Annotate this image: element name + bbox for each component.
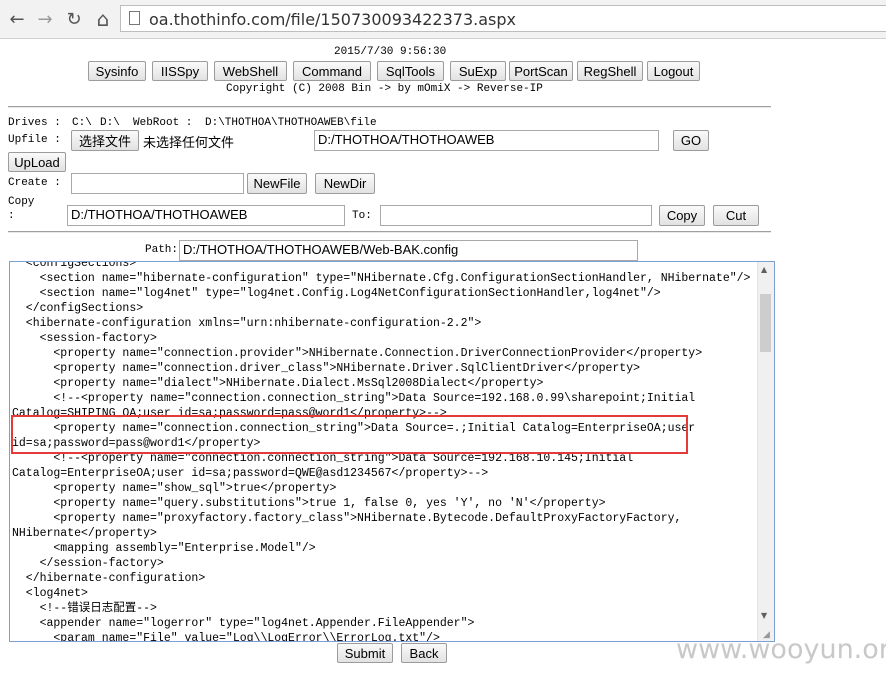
copy-to-input[interactable] — [380, 205, 652, 226]
code-line: </hibernate-configuration> — [12, 572, 206, 585]
suexp-button[interactable]: SuExp — [450, 61, 506, 81]
iisspy-button[interactable]: IISSpy — [152, 61, 208, 81]
code-line: <!--错误日志配置--> — [12, 602, 157, 615]
code-line: <section name="hibernate-configuration" … — [12, 272, 751, 285]
webroot-label: WebRoot : — [133, 117, 193, 129]
copy-to-label: To: — [352, 210, 372, 222]
code-line: <appender name="logerror" type="log4net.… — [12, 617, 475, 630]
create-name-input[interactable] — [71, 173, 244, 194]
url-text[interactable]: oa.thothinfo.com/file/150730093422373.as… — [149, 10, 516, 29]
webshell-button[interactable]: WebShell — [214, 61, 287, 81]
upload-path-input[interactable]: D:/THOTHOA/THOTHOAWEB — [314, 130, 659, 151]
cut-button[interactable]: Cut — [713, 205, 759, 226]
drive-c-link[interactable]: C:\ — [72, 117, 92, 129]
go-button[interactable]: GO — [673, 130, 709, 151]
path-input[interactable]: D:/THOTHOA/THOTHOAWEB/Web-BAK.config — [179, 240, 638, 261]
choose-file-button[interactable]: 选择文件 — [71, 130, 139, 151]
code-line: <configSections> — [12, 261, 137, 270]
copy-from-input[interactable]: D:/THOTHOA/THOTHOAWEB — [67, 205, 345, 226]
browser-toolbar: ← → ↻ ⌂ oa.thothinfo.com/file/1507300934… — [0, 0, 886, 39]
code-line: <property name="dialect">NHibernate.Dial… — [12, 377, 544, 390]
code-line: <property name="proxyfactory.factory_cla… — [12, 512, 682, 525]
code-line: <property name="connection.driver_class"… — [12, 362, 641, 375]
page-icon — [129, 11, 140, 25]
code-line: </session-factory> — [12, 557, 164, 570]
reload-icon[interactable]: ↻ — [63, 8, 85, 30]
vertical-scrollbar[interactable]: ▲ ▼ — [757, 262, 774, 641]
regshell-button[interactable]: RegShell — [577, 61, 643, 81]
sysinfo-button[interactable]: Sysinfo — [88, 61, 146, 81]
path-label: Path: — [145, 244, 179, 256]
upload-button[interactable]: UpLoad — [8, 152, 66, 172]
copy-label: Copy — [8, 196, 35, 208]
copy-button[interactable]: Copy — [659, 205, 705, 226]
divider — [8, 231, 771, 233]
code-line: <hibernate-configuration xmlns="urn:nhib… — [12, 317, 482, 330]
code-line: </configSections> — [12, 302, 144, 315]
drives-label: Drives : — [8, 117, 61, 129]
highlight-box — [11, 415, 688, 454]
home-icon[interactable]: ⌂ — [92, 7, 114, 31]
newfile-button[interactable]: NewFile — [247, 173, 307, 194]
sqltools-button[interactable]: SqlTools — [377, 61, 444, 81]
no-file-text: 未选择任何文件 — [143, 136, 235, 151]
datetime-text: 2015/7/30 9:56:30 — [334, 46, 447, 58]
scrollbar-thumb[interactable] — [760, 294, 771, 352]
scroll-down-icon[interactable]: ▼ — [761, 611, 767, 620]
code-line: <!--<property name="connection.connectio… — [12, 392, 696, 405]
code-line: <property name="show_sql">true</property… — [12, 482, 337, 495]
webroot-link[interactable]: D:\THOTHOA\THOTHOAWEB\file — [205, 117, 377, 129]
code-line: <log4net> — [12, 587, 88, 600]
code-line: Catalog=EnterpriseOA;user id=sa;password… — [12, 467, 489, 480]
address-bar[interactable]: oa.thothinfo.com/file/150730093422373.as… — [120, 5, 886, 32]
code-line: <session-factory> — [12, 332, 157, 345]
code-line: NHibernate</property> — [12, 527, 157, 540]
back-arrow-icon[interactable]: ← — [6, 8, 28, 30]
copy-colon: : — [8, 210, 15, 222]
submit-button[interactable]: Submit — [337, 643, 393, 663]
divider — [8, 106, 771, 108]
portscan-button[interactable]: PortScan — [509, 61, 573, 81]
forward-arrow-icon[interactable]: → — [34, 8, 56, 30]
command-button[interactable]: Command — [293, 61, 371, 81]
upfile-label: Upfile : — [8, 134, 61, 146]
copyright-text: Copyright (C) 2008 Bin -> by mOmiX -> Re… — [226, 83, 543, 95]
scroll-up-icon[interactable]: ▲ — [761, 265, 767, 274]
drive-d-link[interactable]: D:\ — [100, 117, 120, 129]
code-line: <mapping assembly="Enterprise.Model"/> — [12, 542, 316, 555]
watermark-text: www.wooyun.org — [676, 634, 886, 665]
code-line: <param name="File" value="Log\\LogError\… — [12, 632, 440, 642]
code-line: <section name="log4net" type="log4net.Co… — [12, 287, 661, 300]
back-button[interactable]: Back — [401, 643, 447, 663]
logout-button[interactable]: Logout — [647, 61, 700, 81]
create-label: Create : — [8, 177, 61, 189]
code-line: <property name="query.substitutions">tru… — [12, 497, 606, 510]
code-line: <property name="connection.provider">NHi… — [12, 347, 703, 360]
newdir-button[interactable]: NewDir — [315, 173, 375, 194]
